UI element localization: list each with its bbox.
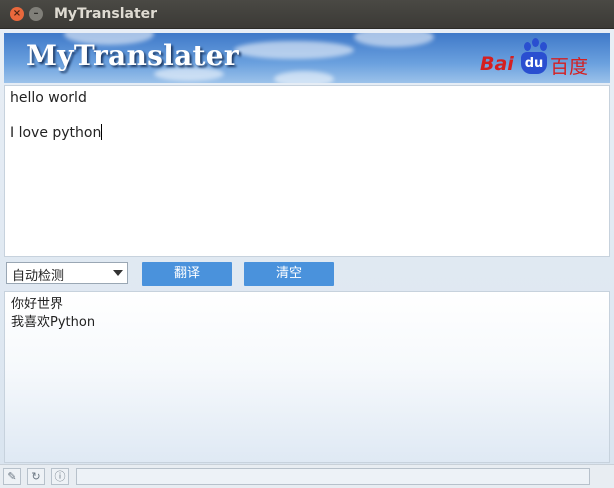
translate-button[interactable]: 翻译 — [142, 262, 232, 286]
status-field — [76, 468, 590, 485]
input-line: hello world — [10, 90, 87, 106]
language-select-value: 自动检测 — [12, 269, 65, 284]
input-line-text: I love python — [10, 125, 102, 141]
close-window-button[interactable]: × — [10, 7, 24, 21]
dropdown-arrow-icon — [113, 270, 123, 276]
app-window: × – MyTranslater MyTranslater Bai du 百度 … — [0, 0, 614, 488]
info-icon[interactable]: ⓘ — [51, 468, 69, 485]
source-text-input[interactable]: hello world I love python — [4, 85, 610, 257]
input-line — [10, 107, 604, 124]
logo-text-du: du — [521, 52, 547, 74]
minimize-window-button[interactable]: – — [29, 7, 43, 21]
logo-text-bai: Bai — [480, 53, 514, 75]
window-title: MyTranslater — [54, 6, 158, 22]
cloud-decoration — [354, 33, 434, 47]
translation-output[interactable]: 你好世界 我喜欢Python — [4, 291, 610, 463]
baidu-logo: Bai du 百度 — [480, 38, 590, 78]
output-line: 你好世界 — [11, 297, 64, 312]
clear-button[interactable]: 清空 — [244, 262, 334, 286]
text-cursor — [101, 124, 103, 140]
logo-text-cn: 百度 — [550, 56, 589, 78]
language-select[interactable]: 自动检测 — [6, 262, 128, 284]
refresh-icon[interactable]: ↻ — [27, 468, 45, 485]
paw-icon — [524, 42, 531, 51]
header-banner: MyTranslater Bai du 百度 — [4, 33, 610, 83]
cloud-decoration — [234, 41, 354, 59]
title-bar[interactable]: × – MyTranslater — [0, 0, 614, 29]
cloud-decoration — [274, 71, 334, 83]
status-bar: ✎ ↻ ⓘ — [0, 464, 614, 488]
banner-title: MyTranslater — [26, 39, 239, 72]
control-bar: 自动检测 翻译 清空 — [0, 258, 614, 290]
paw-icon — [540, 42, 547, 51]
input-line: I love python — [10, 124, 604, 141]
paw-icon — [532, 38, 539, 47]
output-line: 我喜欢Python — [11, 315, 96, 330]
pin-icon[interactable]: ✎ — [3, 468, 21, 485]
